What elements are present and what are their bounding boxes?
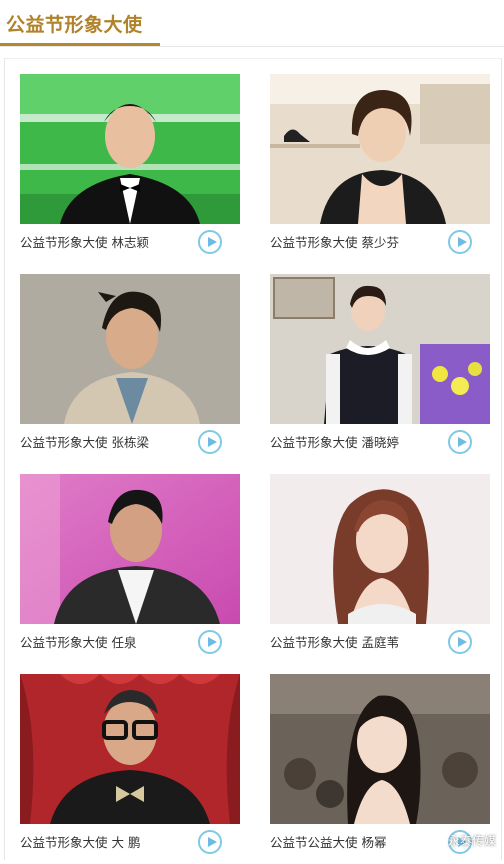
- play-icon[interactable]: [198, 830, 222, 854]
- ambassador-caption: 公益节形象大使 孟庭苇: [270, 635, 399, 650]
- watermark-text: 永泰传媒: [447, 834, 496, 848]
- ambassador-caption: 公益节形象大使 大 鹏: [20, 835, 141, 850]
- section-header: 公益节形象大使: [0, 0, 504, 48]
- play-icon[interactable]: [198, 630, 222, 654]
- header-divider: [0, 46, 504, 47]
- ambassador-caption: 公益节公益大使 杨幂: [270, 835, 387, 850]
- section-title: 公益节形象大使: [6, 14, 143, 36]
- ambassador-photo[interactable]: [20, 274, 240, 424]
- ambassador-photo[interactable]: [270, 74, 490, 224]
- play-icon[interactable]: [448, 430, 472, 454]
- ambassador-card[interactable]: 公益节形象大使 蔡少芬: [270, 74, 490, 264]
- ambassador-card[interactable]: 公益节形象大使 张栋梁: [20, 274, 240, 464]
- ambassador-caption: 公益节形象大使 任泉: [20, 635, 137, 650]
- ambassador-card[interactable]: 公益节形象大使 孟庭苇: [270, 474, 490, 664]
- ambassador-card[interactable]: 公益节形象大使 林志颖: [20, 74, 240, 264]
- ambassador-card[interactable]: 公益节形象大使 大 鹏: [20, 674, 240, 864]
- ambassador-photo[interactable]: [20, 74, 240, 224]
- ambassador-photo[interactable]: [270, 674, 490, 824]
- ambassador-caption: 公益节形象大使 蔡少芬: [270, 235, 399, 250]
- ambassador-card[interactable]: 公益节形象大使 潘晓婷: [270, 274, 490, 464]
- play-icon[interactable]: [448, 230, 472, 254]
- ambassador-card[interactable]: 公益节形象大使 任泉: [20, 474, 240, 664]
- ambassador-photo[interactable]: [20, 674, 240, 824]
- wechat-icon: [427, 834, 444, 847]
- ambassador-caption: 公益节形象大使 林志颖: [20, 235, 149, 250]
- play-icon[interactable]: [448, 630, 472, 654]
- ambassador-caption: 公益节形象大使 张栋梁: [20, 435, 149, 450]
- watermark: 永泰传媒: [427, 832, 496, 849]
- ambassador-caption: 公益节形象大使 潘晓婷: [270, 435, 399, 450]
- ambassador-photo[interactable]: [20, 474, 240, 624]
- ambassador-photo[interactable]: [270, 474, 490, 624]
- play-icon[interactable]: [198, 430, 222, 454]
- ambassador-photo[interactable]: [270, 274, 490, 424]
- play-icon[interactable]: [198, 230, 222, 254]
